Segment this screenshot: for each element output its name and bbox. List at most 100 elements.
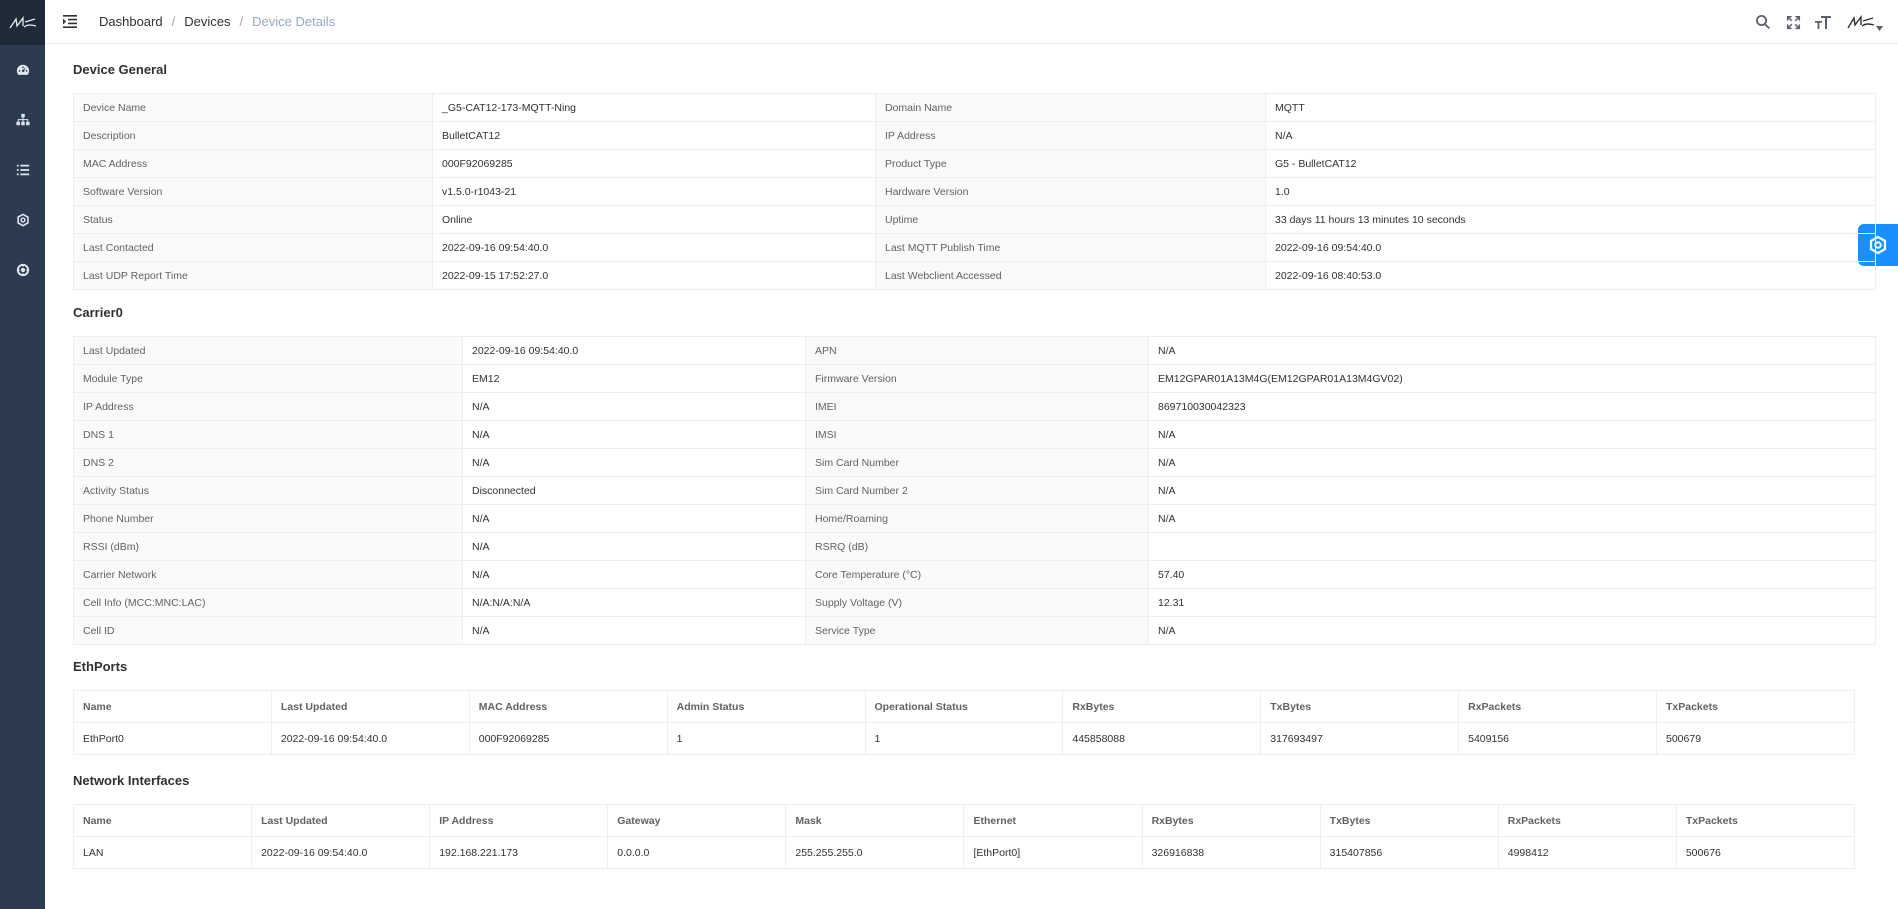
field-value: N/A xyxy=(462,420,806,449)
breadcrumb-dashboard[interactable]: Dashboard xyxy=(99,14,163,29)
breadcrumb-devices[interactable]: Devices xyxy=(184,14,230,29)
search-button[interactable] xyxy=(1754,13,1772,31)
column-header: Gateway xyxy=(607,804,787,837)
table-row: MAC Address 000F92069285 Product Type G5 - … xyxy=(73,149,1876,178)
table-row: RSSI (dBm) N/A RSRQ (dB) xyxy=(73,532,1876,561)
field-label: Supply Voltage (V) xyxy=(805,588,1149,617)
column-header: TxBytes xyxy=(1260,690,1460,723)
table-cell: 192.168.221.173 xyxy=(429,836,609,869)
table-cell: 317693497 xyxy=(1260,722,1460,755)
breadcrumb-separator: / xyxy=(239,14,244,29)
field-value: N/A xyxy=(462,532,806,561)
field-value: EM12GPAR01A13M4G(EM12GPAR01A13M4GV02) xyxy=(1148,364,1876,393)
table-row: Activity Status Disconnected Sim Card Numb… xyxy=(73,476,1876,505)
field-value: Online xyxy=(432,205,876,234)
field-label: DNS 1 xyxy=(73,420,463,449)
table-row: Phone Number N/A Home/Roaming N/A xyxy=(73,504,1876,533)
column-header: Last Updated xyxy=(251,804,431,837)
table-cell: 500679 xyxy=(1656,722,1855,755)
table-cell: LAN xyxy=(72,836,253,869)
sidebar-item-list[interactable] xyxy=(0,145,45,195)
field-label: IP Address xyxy=(73,392,463,421)
table-row: Device Name _G5-CAT12-173-MQTT-Ning Domain… xyxy=(73,93,1876,122)
field-label: Carrier Network xyxy=(73,560,463,589)
field-label: Software Version xyxy=(73,177,433,206)
breadcrumb-device-details: Device Details xyxy=(252,14,336,29)
field-value: N/A xyxy=(1148,336,1876,365)
dashboard-icon xyxy=(16,64,29,75)
menu-fold-icon xyxy=(63,15,77,28)
field-label: DNS 2 xyxy=(73,448,463,477)
table-cell: 2022-09-16 09:54:40.0 xyxy=(251,836,431,869)
field-value: N/A xyxy=(1148,420,1876,449)
field-value: 2022-09-16 09:54:40.0 xyxy=(432,233,876,262)
caret-down-icon xyxy=(1875,25,1883,31)
settings-icon xyxy=(16,213,29,227)
field-label: Last Updated xyxy=(73,336,463,365)
field-label: APN xyxy=(805,336,1149,365)
field-value: N/A xyxy=(1148,448,1876,477)
table-cell: EthPort0 xyxy=(73,722,272,755)
network-interfaces-table: Name Last Updated IP Address Gateway Mask Eth… xyxy=(72,804,1856,869)
field-value: N/A xyxy=(1265,121,1876,150)
section-title-device-general: Device General xyxy=(73,62,167,77)
table-cell: 315407856 xyxy=(1319,836,1499,869)
field-value: MQTT xyxy=(1265,93,1876,122)
support-icon xyxy=(16,263,29,277)
list-icon xyxy=(16,164,29,176)
field-value: N/A xyxy=(1148,476,1876,505)
column-header: Name xyxy=(73,690,272,723)
section-title-ethports: EthPorts xyxy=(73,659,128,674)
field-value: 2022-09-16 09:54:40.0 xyxy=(1265,233,1876,262)
table-row: IP Address N/A IMEI 869710030042323 xyxy=(73,392,1876,421)
column-header: Ethernet xyxy=(963,804,1143,837)
table-row: Cell ID N/A Service Type N/A xyxy=(73,616,1876,645)
field-value: N/A xyxy=(462,448,806,477)
field-value: 12.31 xyxy=(1148,588,1876,617)
table-row: Last UDP Report Time 2022-09-15 17:52:27.… xyxy=(73,261,1876,290)
user-menu[interactable] xyxy=(1844,13,1884,31)
column-header: IP Address xyxy=(429,804,609,837)
table-cell: 1 xyxy=(864,722,1064,755)
fullscreen-button[interactable] xyxy=(1784,13,1802,31)
section-title-carrier0: Carrier0 xyxy=(73,305,123,320)
column-header: RxBytes xyxy=(1141,804,1321,837)
field-label: Firmware Version xyxy=(805,364,1149,393)
network-topology-icon xyxy=(15,113,30,126)
field-label: Last Webclient Accessed xyxy=(875,261,1266,290)
column-header: RxPackets xyxy=(1497,804,1677,837)
sidebar-item-topology[interactable] xyxy=(0,95,45,145)
breadcrumb: Dashboard / Devices / Device Details xyxy=(99,14,335,29)
table-row: Last Updated 2022-09-16 09:54:40.0 APN N/A xyxy=(73,336,1876,365)
field-value: 33 days 11 hours 13 minutes 10 seconds xyxy=(1265,205,1876,234)
table-row: LAN 2022-09-16 09:54:40.0 192.168.221.173 0… xyxy=(72,836,1856,869)
table-row: Carrier Network N/A Core Temperature (°C) 5… xyxy=(73,560,1876,589)
section-title-network-interfaces: Network Interfaces xyxy=(73,773,190,788)
field-label: Domain Name xyxy=(875,93,1266,122)
field-label: Cell Info (MCC:MNC:LAC) xyxy=(73,588,463,617)
search-icon xyxy=(1756,15,1770,30)
column-header: TxBytes xyxy=(1319,804,1499,837)
column-header: TxPackets xyxy=(1675,804,1856,837)
carrier0-table: Last Updated 2022-09-16 09:54:40.0 APN N/A M… xyxy=(73,336,1876,645)
user-avatar-icon xyxy=(1846,14,1874,29)
field-label: IP Address xyxy=(875,121,1266,150)
sidebar-item-settings[interactable] xyxy=(0,195,45,245)
table-row: DNS 1 N/A IMSI N/A xyxy=(73,420,1876,449)
table-row: Status Online Uptime 33 days 11 hours 13 mi… xyxy=(73,205,1876,234)
column-header: Name xyxy=(72,804,253,837)
sidebar-item-support[interactable] xyxy=(0,245,45,295)
field-value: 000F92069285 xyxy=(432,149,876,178)
brand-logo-icon xyxy=(8,15,36,28)
table-row: Description BulletCAT12 IP Address N/A xyxy=(73,121,1876,150)
field-label: Cell ID xyxy=(73,616,463,645)
menu-toggle-button[interactable] xyxy=(50,0,90,44)
table-row: Cell Info (MCC:MNC:LAC) N/A:N/A:N/A Supply… xyxy=(73,588,1876,617)
breadcrumb-separator: / xyxy=(171,14,176,29)
logo[interactable] xyxy=(0,0,45,45)
field-label: Module Type xyxy=(73,364,463,393)
sidebar-item-dashboard[interactable] xyxy=(0,45,45,95)
field-label: Uptime xyxy=(875,205,1266,234)
font-size-button[interactable] xyxy=(1814,13,1832,31)
font-size-icon xyxy=(1815,15,1831,29)
